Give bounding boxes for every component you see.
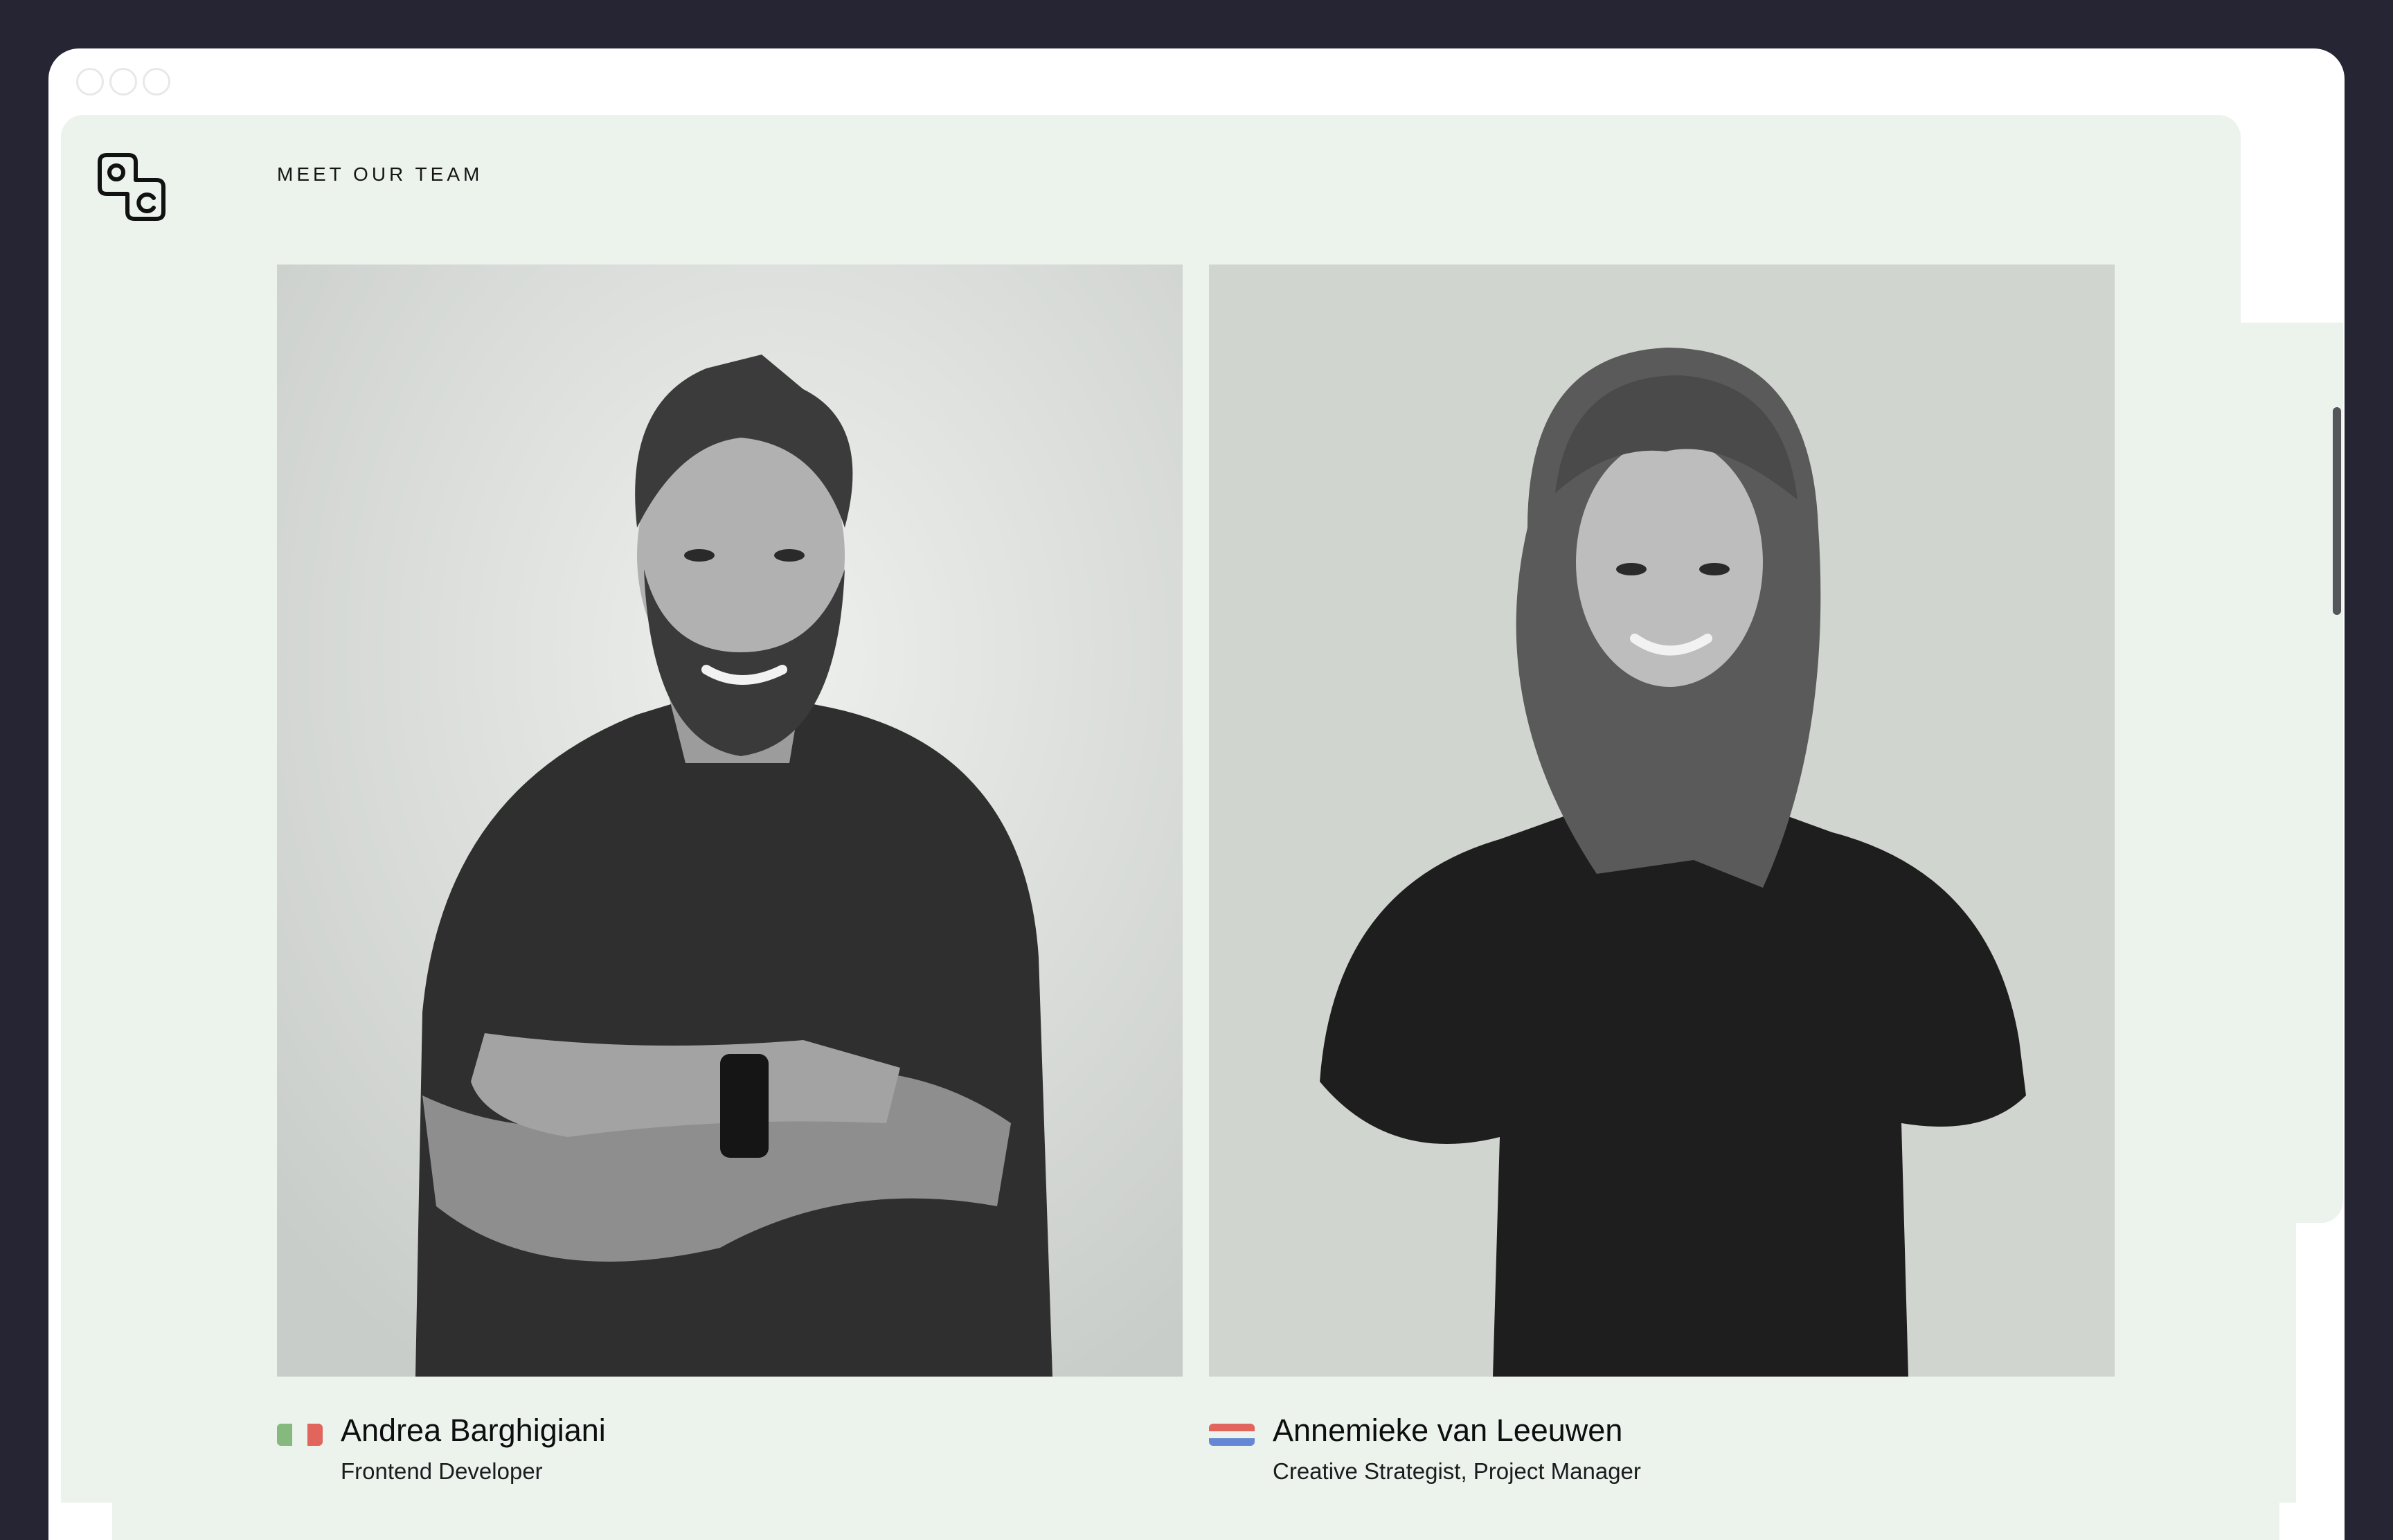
netherlands-flag-icon [1209, 1424, 1255, 1446]
team-member-name: Annemieke van Leeuwen [1273, 1413, 1623, 1448]
window-close-dot[interactable] [76, 68, 104, 96]
team-member-photo [1209, 265, 2115, 1377]
team-member-card[interactable]: Andrea Barghigiani Frontend Developer [277, 265, 1183, 1487]
team-member-role: Frontend Developer [341, 1458, 543, 1484]
window-minimize-dot[interactable] [109, 68, 137, 96]
team-member-name: Andrea Barghigiani [341, 1413, 606, 1448]
page-title: MEET OUR TEAM [277, 163, 483, 185]
team-member-card[interactable]: Annemieke van Leeuwen Creative Strategis… [1209, 265, 2115, 1487]
team-member-info: Annemieke van Leeuwen Creative Strategis… [1209, 1377, 2115, 1487]
italy-flag-icon [277, 1424, 323, 1446]
studio-logo-icon[interactable] [97, 152, 166, 222]
team-member-role: Creative Strategist, Project Manager [1273, 1458, 1641, 1484]
team-member-info: Andrea Barghigiani Frontend Developer [277, 1377, 1183, 1487]
browser-window: MEET OUR TEAM Andrea Barghigiani Fronten… [48, 48, 2345, 1540]
scrollbar-thumb[interactable] [2333, 407, 2341, 615]
team-member-photo [277, 265, 1183, 1377]
window-maximize-dot[interactable] [143, 68, 170, 96]
